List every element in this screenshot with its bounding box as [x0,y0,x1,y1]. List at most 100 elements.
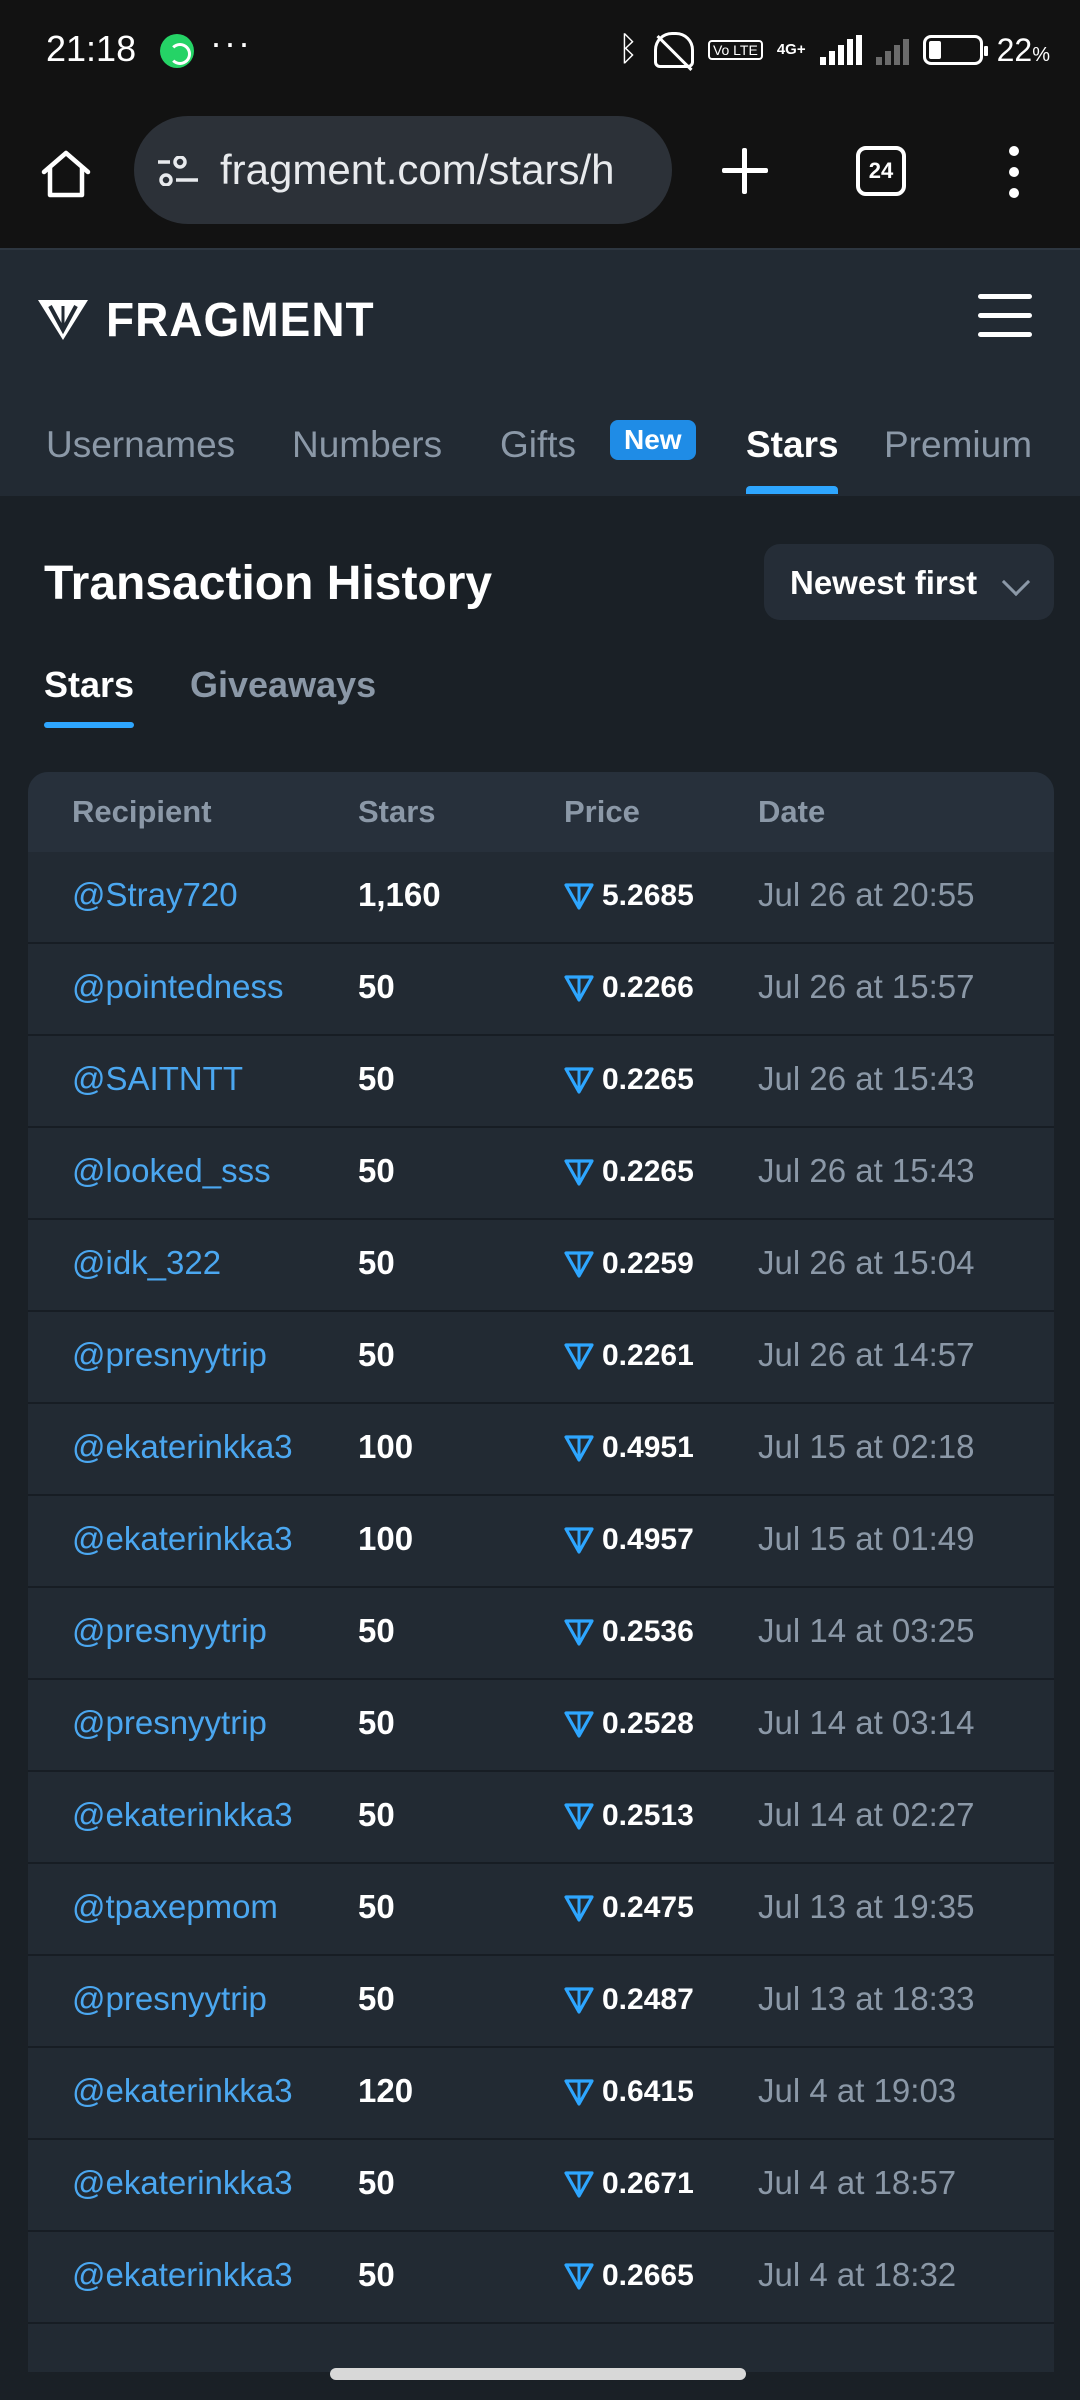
price-value: 0.2536 [564,1615,694,1649]
active-nav-indicator [746,486,838,494]
table-row[interactable]: @ekaterinkka3 100 0.4951 Jul 15 at 02:18 [28,1404,1054,1496]
browser-toolbar: fragment.com/stars/h 24 [0,104,1080,248]
nav-premium[interactable]: Premium [884,424,1032,466]
address-bar[interactable]: fragment.com/stars/h [134,116,672,224]
table-row[interactable]: @tpaxepmom 50 0.2475 Jul 13 at 19:35 [28,1864,1054,1956]
stars-amount: 50 [358,2164,395,2201]
url-text[interactable]: fragment.com/stars/h [220,146,614,194]
table-row[interactable]: @presnyytrip 50 0.2487 Jul 13 at 18:33 [28,1956,1054,2048]
recipient-link[interactable]: @ekaterinkka3 [72,2164,293,2202]
price-value: 0.2265 [564,1063,694,1097]
hamburger-menu-icon[interactable] [978,294,1032,338]
column-date: Date [758,794,826,829]
ton-icon [564,2171,594,2198]
recipient-link[interactable]: @Stray720 [72,876,238,914]
subtab-giveaways[interactable]: Giveaways [190,664,376,706]
date-value: Jul 13 at 19:35 [758,1888,975,1925]
date-value: Jul 4 at 18:32 [758,2256,957,2293]
recipient-link[interactable]: @ekaterinkka3 [72,1428,293,1466]
column-stars: Stars [358,794,436,829]
price-amount: 0.2528 [602,1707,694,1740]
status-bar: 21:18 ··· Vo LTE 4G+ 22% [0,0,1080,104]
date-value: Jul 15 at 01:49 [758,1520,975,1557]
bluetooth-icon [618,30,640,69]
recipient-link[interactable]: @presnyytrip [72,1612,267,1650]
stars-amount: 120 [358,2072,414,2109]
status-icons: Vo LTE 4G+ 22% [618,28,1050,72]
table-row[interactable]: @pointedness 50 0.2266 Jul 26 at 15:57 [28,944,1054,1036]
fragment-logo[interactable]: FRAGMENT [36,292,375,346]
subtab-stars[interactable]: Stars [44,664,134,706]
recipient-link[interactable]: @pointedness [72,968,283,1006]
price-value: 0.2671 [564,2167,694,2201]
nav-usernames[interactable]: Usernames [46,424,235,466]
price-amount: 0.2259 [602,1247,694,1280]
recipient-link[interactable]: @tpaxepmom [72,1888,278,1926]
table-row[interactable]: @presnyytrip 50 0.2536 Jul 14 at 03:25 [28,1588,1054,1680]
new-badge: New [610,420,696,460]
recipient-link[interactable]: @idk_322 [72,1244,221,1282]
status-time: 21:18 [46,28,137,69]
stars-amount: 50 [358,1704,395,1741]
table-row[interactable]: @ekaterinkka3 50 0.2665 Jul 4 at 18:32 [28,2232,1054,2324]
price-value: 0.2266 [564,971,694,1005]
stars-amount: 50 [358,1336,395,1373]
more-menu-icon[interactable] [1000,142,1030,202]
table-row[interactable]: @presnyytrip 50 0.2261 Jul 26 at 14:57 [28,1312,1054,1404]
recipient-link[interactable]: @ekaterinkka3 [72,1520,293,1558]
ton-icon [564,1711,594,1738]
recipient-link[interactable]: @SAITNTT [72,1060,243,1098]
table-row[interactable]: @presnyytrip 50 0.2528 Jul 14 at 03:14 [28,1680,1054,1772]
ton-icon [564,1067,594,1094]
date-value: Jul 4 at 18:57 [758,2164,957,2201]
recipient-link[interactable]: @ekaterinkka3 [72,2256,293,2294]
mute-icon [653,32,694,68]
date-value: Jul 14 at 02:27 [758,1796,975,1833]
price-amount: 0.2261 [602,1339,694,1372]
table-row[interactable] [28,2324,1054,2372]
stars-amount: 100 [358,1520,414,1557]
table-row[interactable]: @ekaterinkka3 120 0.6415 Jul 4 at 19:03 [28,2048,1054,2140]
logo-text: FRAGMENT [106,291,375,347]
recipient-link[interactable]: @looked_sss [72,1152,271,1190]
stars-amount: 50 [358,1612,395,1649]
page-title: Transaction History [44,557,493,610]
recipient-link[interactable]: @ekaterinkka3 [72,1796,293,1834]
price-amount: 0.2513 [602,1799,694,1832]
tab-switcher-button[interactable]: 24 [856,146,906,196]
ton-icon [564,975,594,1002]
nav-stars[interactable]: Stars [746,424,839,466]
price-amount: 0.2265 [602,1155,694,1188]
recipient-link[interactable]: @presnyytrip [72,1704,267,1742]
new-tab-icon[interactable] [718,144,772,198]
table-row[interactable]: @looked_sss 50 0.2265 Jul 26 at 15:43 [28,1128,1054,1220]
sort-dropdown[interactable]: Newest first [764,544,1054,620]
table-row[interactable]: @idk_322 50 0.2259 Jul 26 at 15:04 [28,1220,1054,1312]
stars-amount: 100 [358,1428,414,1465]
stars-amount: 50 [358,1060,395,1097]
gesture-home-bar[interactable] [330,2368,746,2380]
table-row[interactable]: @ekaterinkka3 50 0.2671 Jul 4 at 18:57 [28,2140,1054,2232]
table-row[interactable]: @SAITNTT 50 0.2265 Jul 26 at 15:43 [28,1036,1054,1128]
active-subtab-indicator [44,722,134,728]
price-amount: 0.2266 [602,971,694,1004]
home-icon[interactable] [40,148,92,200]
recipient-link[interactable]: @presnyytrip [72,1336,267,1374]
recipient-link[interactable]: @ekaterinkka3 [72,2072,293,2110]
site-settings-icon[interactable] [156,156,200,186]
stars-amount: 50 [358,1244,395,1281]
date-value: Jul 14 at 03:14 [758,1704,975,1741]
table-row[interactable]: @ekaterinkka3 100 0.4957 Jul 15 at 01:49 [28,1496,1054,1588]
table-row[interactable]: @Stray720 1,160 5.2685 Jul 26 at 20:55 [28,852,1054,944]
stars-amount: 50 [358,1980,395,2017]
whatsapp-icon [160,34,194,68]
date-value: Jul 14 at 03:25 [758,1612,975,1649]
signal-2-icon [875,35,909,65]
ton-icon [564,883,594,910]
nav-gifts[interactable]: Gifts [500,424,576,466]
nav-numbers[interactable]: Numbers [292,424,442,466]
recipient-link[interactable]: @presnyytrip [72,1980,267,2018]
price-value: 0.2475 [564,1891,694,1925]
date-value: Jul 26 at 20:55 [758,876,975,913]
table-row[interactable]: @ekaterinkka3 50 0.2513 Jul 14 at 02:27 [28,1772,1054,1864]
